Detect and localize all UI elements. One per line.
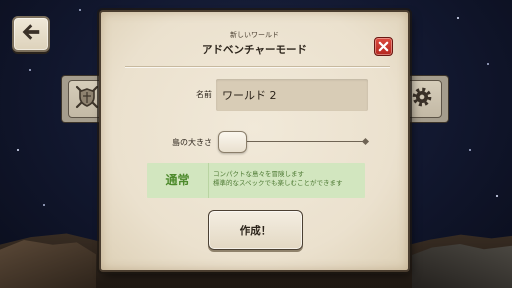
mode-info-box: 通常 コンパクトな島々を冒険します 標準的なスペックでも楽しむことができます (147, 163, 365, 198)
arrow-left-icon (20, 21, 42, 47)
mode-description-line: 標準的なスペックでも楽しむことができます (213, 179, 343, 187)
world-name-input[interactable] (216, 79, 368, 111)
crossed-swords-shield-icon (73, 83, 101, 115)
new-world-dialog: 新しいワールド アドベンチャーモード 名前 島の大きさ 通常 コンパクトな島々を… (101, 12, 408, 270)
gear-icon (411, 86, 433, 112)
header-divider (125, 66, 390, 67)
world-name-label: 名前 (196, 90, 212, 99)
mode-name: 通常 (165, 173, 190, 187)
close-button[interactable] (374, 37, 393, 56)
create-button[interactable]: 作成！ (208, 210, 303, 250)
back-button[interactable] (12, 16, 50, 52)
mode-description-line: コンパクトな島々を冒険します (213, 170, 304, 178)
island-size-max-marker (361, 137, 370, 146)
settings-button[interactable] (402, 80, 442, 118)
dialog-title: アドベンチャーモード (202, 44, 307, 56)
rock-right (412, 244, 512, 288)
island-size-slider[interactable] (218, 131, 370, 153)
island-size-knob[interactable] (218, 131, 247, 153)
island-size-label: 島の大きさ (172, 138, 212, 147)
create-button-label: 作成！ (239, 224, 272, 237)
mode-info-divider (208, 163, 209, 198)
rock-left (0, 240, 96, 288)
dialog-subtitle: 新しいワールド (230, 31, 279, 39)
close-icon (378, 37, 389, 56)
